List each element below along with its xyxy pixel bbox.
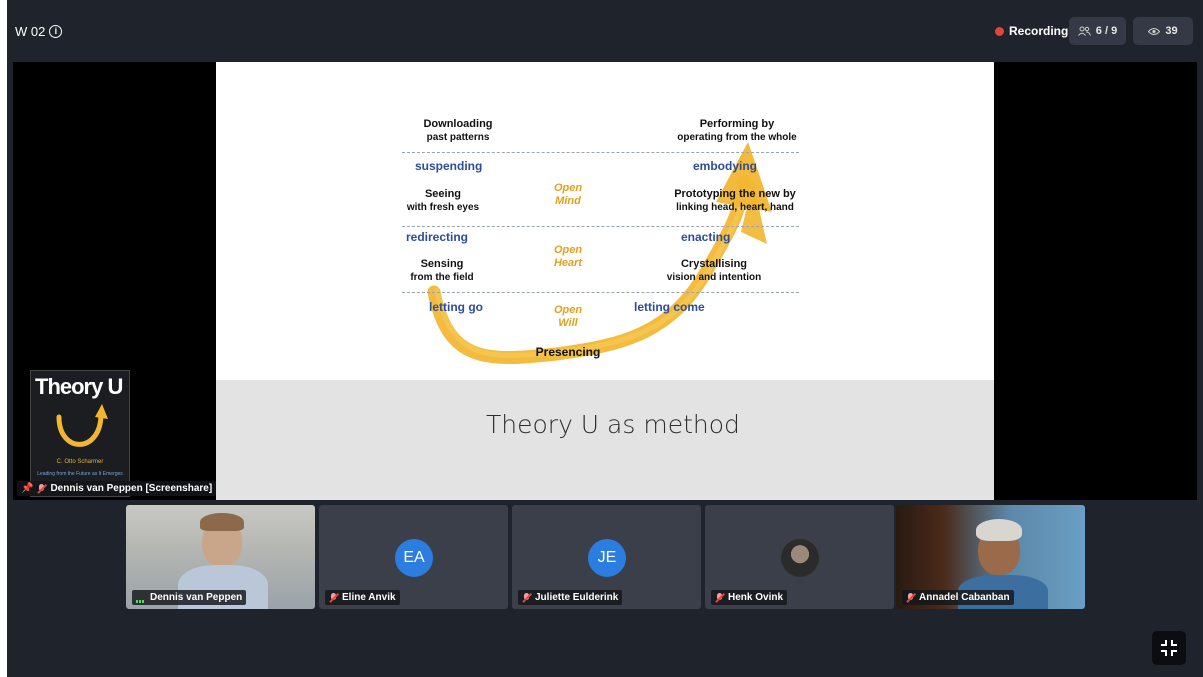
participant-name: Eline Anvik	[342, 592, 396, 603]
level-sensing: Sensing from the field	[410, 258, 474, 283]
movement-redirecting: redirecting	[406, 230, 469, 244]
open-heart: Open Heart	[553, 244, 583, 269]
mic-off-icon	[329, 592, 338, 603]
divider-line	[402, 152, 799, 153]
viewers-count: 39	[1165, 25, 1178, 37]
divider-line	[402, 292, 799, 293]
pin-icon[interactable]: 📌	[21, 483, 33, 494]
people-icon	[1077, 26, 1091, 36]
book-author: C. Otto Scharmer	[56, 459, 104, 465]
level-downloading: Downloading past patterns	[423, 118, 493, 143]
participant-tile-henk[interactable]: Henk Ovink	[705, 505, 894, 609]
window-edge	[0, 0, 7, 677]
participant-name: Henk Ovink	[728, 592, 784, 603]
mic-off-icon	[715, 592, 724, 603]
movement-suspending: suspending	[415, 159, 483, 173]
room-name-label: W 02	[15, 24, 46, 39]
collapse-icon	[1161, 640, 1177, 656]
participant-hair	[976, 519, 1022, 541]
level-seeing: Seeing with fresh eyes	[406, 188, 480, 213]
info-icon[interactable]: i	[49, 25, 63, 38]
participant-tile-annadel[interactable]: Annadel Cabanban	[896, 505, 1085, 609]
participant-initials-avatar: JE	[588, 539, 626, 577]
participant-name-tag: Henk Ovink	[711, 590, 788, 605]
participant-hair	[200, 513, 244, 531]
presentation-slide: Downloading past patterns Seeing with fr…	[216, 62, 994, 500]
movement-embodying: embodying	[693, 159, 758, 173]
participant-name-tag: Juliette Eulderink	[518, 590, 623, 605]
participant-tile-eline[interactable]: EA Eline Anvik	[319, 505, 508, 609]
recording-dot-icon	[995, 26, 1004, 36]
movement-letting-go: letting go	[429, 300, 483, 314]
participant-name-tag: Dennis van Peppen	[132, 590, 247, 605]
eye-icon	[1148, 27, 1161, 35]
participant-name: Dennis van Peppen	[150, 592, 243, 603]
book-cover-image: Theory U C. Otto Scharmer Leading from t…	[30, 370, 130, 497]
participant-initials-avatar: EA	[395, 539, 433, 577]
level-prototyping: Prototyping the new by linking head, hea…	[674, 188, 796, 213]
level-crystallising: Crystallising vision and intention	[666, 258, 762, 283]
divider-line	[402, 226, 799, 227]
open-will: Open Will	[553, 304, 583, 329]
participant-tile-juliette[interactable]: JE Juliette Eulderink	[512, 505, 701, 609]
level-presencing: Presencing	[535, 345, 601, 359]
screenshare-stage[interactable]: Downloading past patterns Seeing with fr…	[13, 62, 1197, 500]
participant-photo-avatar	[781, 539, 819, 577]
recording-indicator: Recording	[995, 24, 1068, 38]
mic-off-icon	[37, 483, 46, 494]
room-name[interactable]: W 02 i	[15, 24, 63, 39]
open-mind: Open Mind	[553, 182, 583, 207]
level-performing: Performing by operating from the whole	[677, 118, 797, 143]
participant-name-tag: Eline Anvik	[325, 590, 400, 605]
screenshare-name-tag: 📌 Dennis van Peppen [Screenshare]	[17, 481, 217, 496]
mic-off-icon	[906, 592, 915, 603]
speaking-indicator-icon	[136, 593, 146, 603]
participant-name-tag: Annadel Cabanban	[902, 590, 1014, 605]
participant-name: Juliette Eulderink	[535, 592, 619, 603]
participants-count: 6 / 9	[1095, 25, 1118, 37]
movement-enacting: enacting	[681, 230, 731, 244]
top-bar: W 02 i Recording 6 / 9 39	[7, 0, 1203, 60]
book-u-arrow	[56, 404, 108, 447]
movement-letting-come: letting come	[634, 300, 705, 314]
mic-off-icon	[522, 592, 531, 603]
book-title: Theory U	[35, 374, 123, 399]
participant-tile-dennis[interactable]: Dennis van Peppen	[126, 505, 315, 609]
slide-title: Theory U as method	[486, 410, 740, 439]
book-subtitle: Leading from the Future as It Emerges	[37, 471, 123, 477]
recording-label: Recording	[1009, 24, 1069, 38]
screenshare-label: Dennis van Peppen [Screenshare]	[50, 483, 213, 494]
exit-fullscreen-button[interactable]	[1152, 631, 1186, 665]
participant-name: Annadel Cabanban	[919, 592, 1010, 603]
participants-button[interactable]: 6 / 9	[1069, 17, 1126, 45]
viewers-button[interactable]: 39	[1133, 17, 1193, 45]
